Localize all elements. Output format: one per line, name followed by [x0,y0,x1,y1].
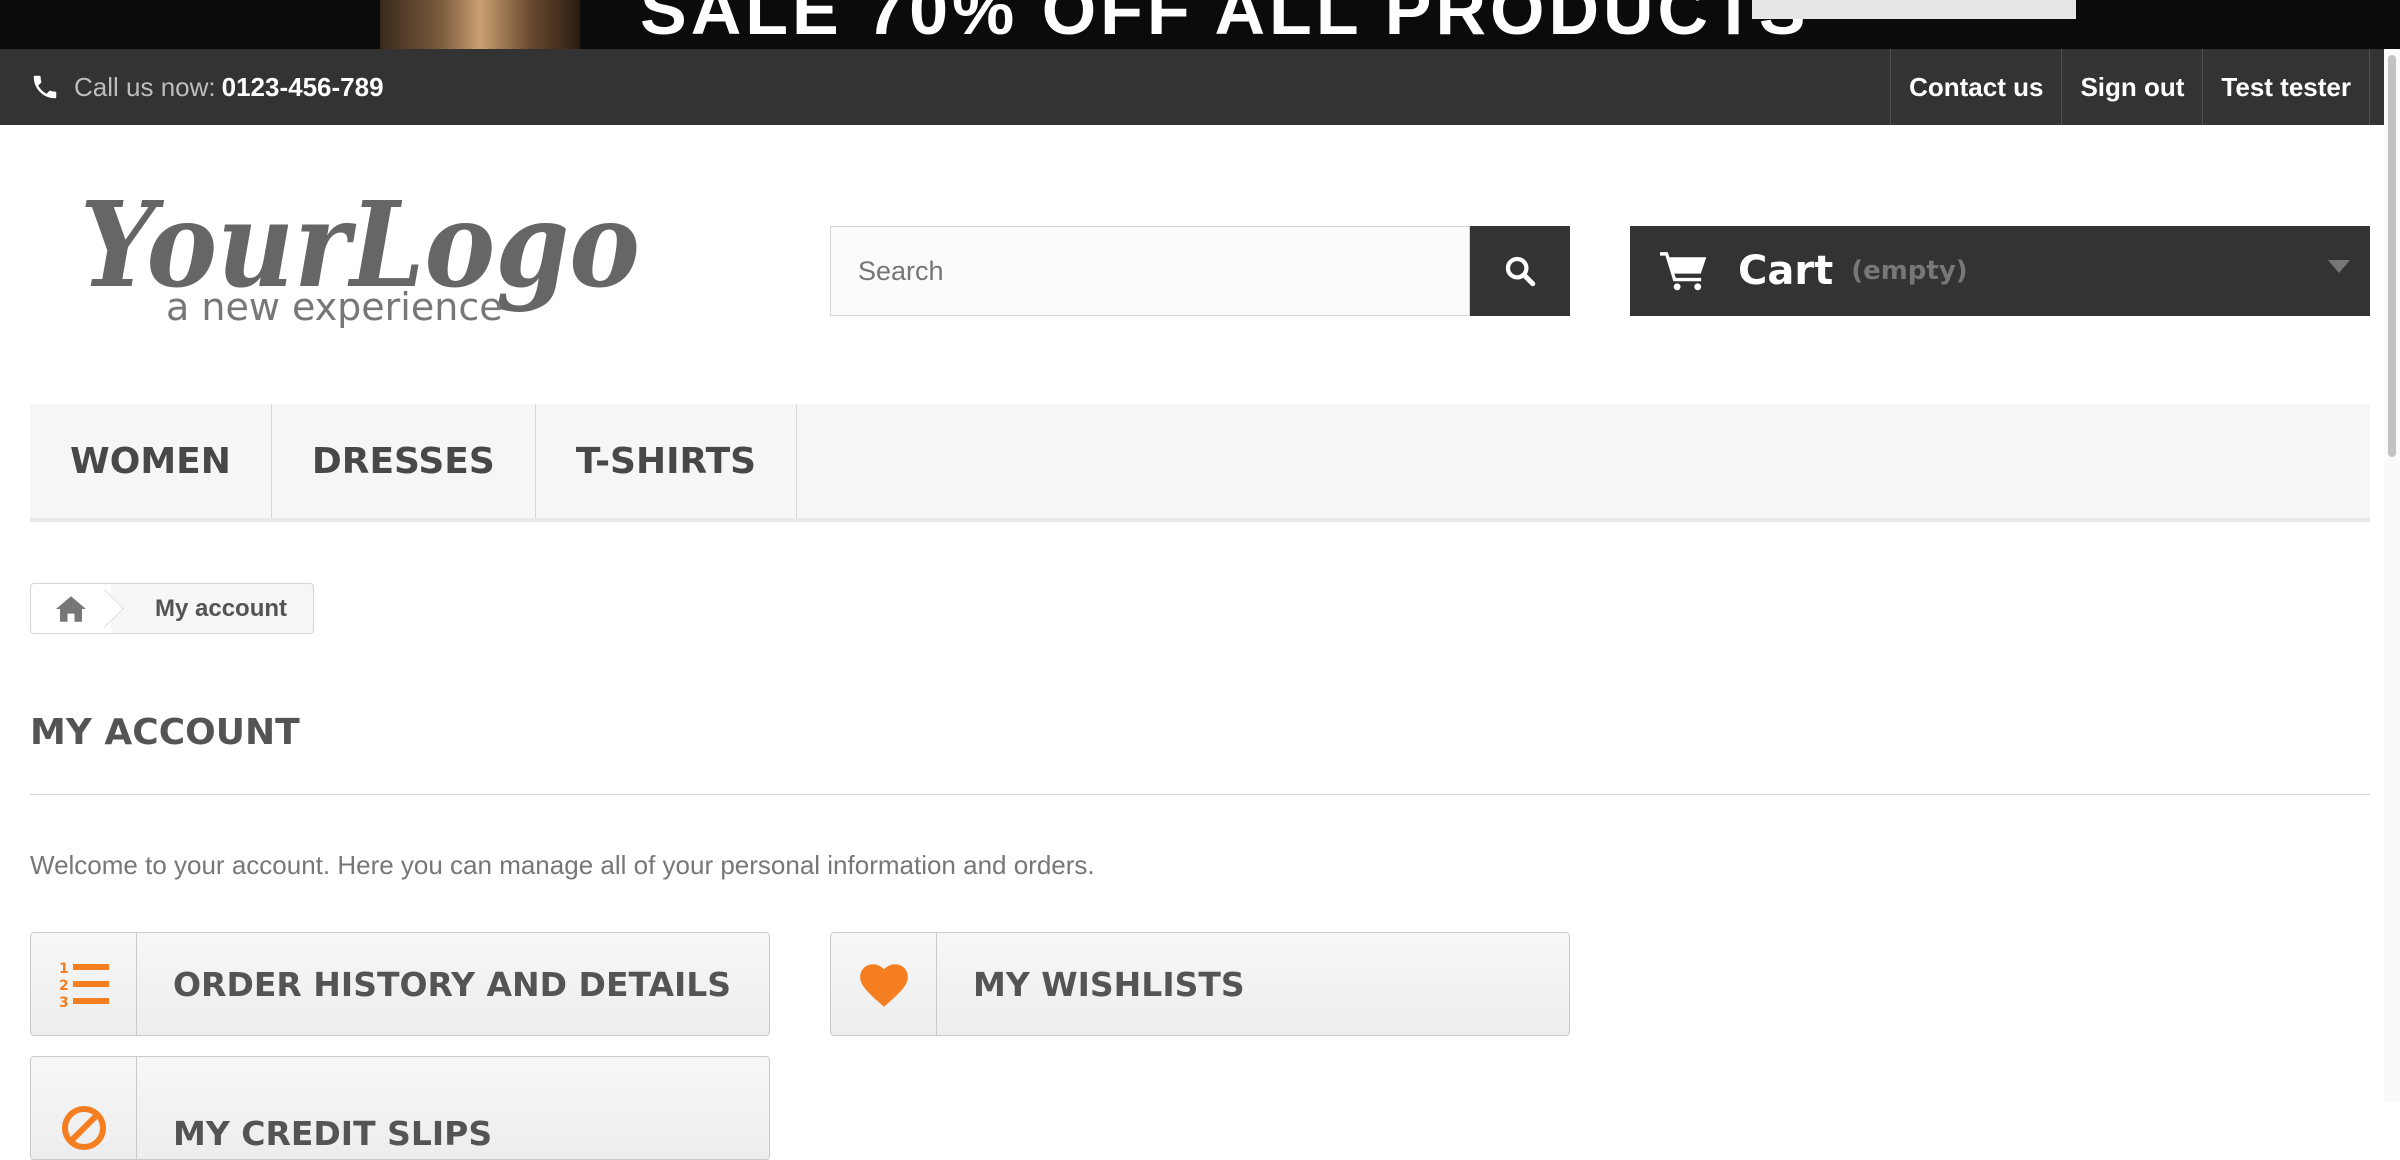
search-icon [1505,256,1536,287]
credit-slips-icon-box [31,1057,137,1159]
logo-tagline: a new experience [166,285,503,329]
promo-photo [380,0,580,49]
cart-status: (empty) [1851,256,1968,286]
user-account-link[interactable]: Test tester [2202,49,2370,125]
page-scrollbar[interactable] [2384,49,2400,1102]
sign-out-link[interactable]: Sign out [2061,49,2202,125]
wishlists-icon-box [831,933,937,1035]
page-title: MY ACCOUNT [30,712,300,753]
wishlists-label: MY WISHLISTS [973,964,1245,1004]
phone-number: 0123-456-789 [221,71,384,102]
breadcrumb-current: My account [155,594,288,622]
phone-icon [33,75,57,99]
menu-item-dresses[interactable]: DRESSES [272,404,536,518]
svg-text:2: 2 [59,978,69,994]
order-history-label: ORDER HISTORY AND DETAILS [173,964,732,1004]
promo-button[interactable] [1752,0,2076,19]
svg-text:1: 1 [59,961,69,977]
heart-icon [859,964,908,1007]
search-input[interactable] [830,226,1470,316]
promo-banner[interactable]: SALE 70% OFF ALL PRODUCTS [0,0,2400,49]
welcome-text: Welcome to your account. Here you can ma… [30,850,1095,880]
scrollbar-thumb[interactable] [2388,55,2396,457]
phone-label: Call us now: [74,71,216,102]
menu-item-women[interactable]: WOMEN [30,404,272,518]
top-nav: Contact us Sign out Test tester [1890,49,2370,125]
svg-text:3: 3 [59,995,69,1009]
breadcrumb-home[interactable] [31,584,124,633]
chevron-down-icon[interactable] [2328,260,2350,274]
search-button[interactable] [1470,226,1570,316]
breadcrumb: My account [30,583,315,634]
main-menu: WOMEN DRESSES T-SHIRTS [30,404,2370,522]
credit-slips-button[interactable]: MY CREDIT SLIPS [30,1056,770,1160]
ordered-list-icon: 1 2 3 [59,961,109,1009]
cart-label: Cart [1738,248,1834,294]
cart-icon [1660,252,1707,291]
cart-button[interactable]: Cart (empty) [1630,226,2370,316]
order-history-icon-box: 1 2 3 [31,933,137,1035]
ban-icon [61,1106,106,1150]
credit-slips-label: MY CREDIT SLIPS [173,1113,493,1153]
top-bar: Call us now: 0123-456-789 Contact us Sig… [0,49,2400,125]
wishlists-button[interactable]: MY WISHLISTS [830,932,1570,1036]
phone-contact: Call us now: 0123-456-789 [30,49,384,125]
order-history-button[interactable]: 1 2 3 ORDER HISTORY AND DETAILS [30,932,770,1036]
site-logo[interactable]: YourLogo a new experience [80,168,650,338]
home-icon [56,595,86,622]
title-divider [30,794,2370,795]
menu-item-t-shirts[interactable]: T-SHIRTS [536,404,798,518]
promo-text: SALE 70% OFF ALL PRODUCTS [640,0,1810,49]
contact-us-link[interactable]: Contact us [1890,49,2061,125]
